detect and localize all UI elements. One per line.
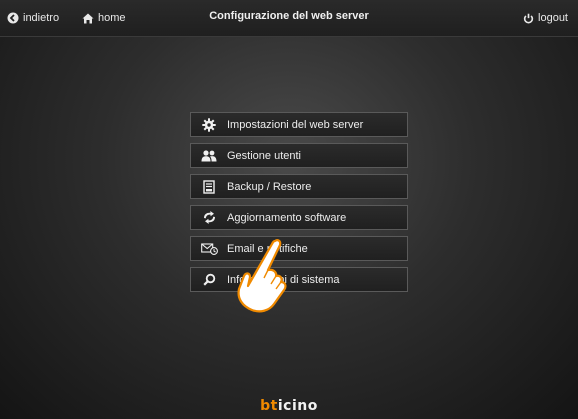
menu-item-label: Gestione utenti [227, 149, 301, 162]
gear-icon [191, 113, 227, 136]
menu-item-label: Aggiornamento software [227, 211, 347, 224]
step-number: 2 [257, 276, 265, 291]
back-button[interactable]: indietro [7, 10, 59, 26]
menu-item-web-server-settings[interactable]: Impostazioni del web server [190, 112, 408, 137]
back-arrow-icon [7, 12, 19, 24]
email-icon [191, 237, 227, 260]
search-icon [191, 268, 227, 291]
users-icon [191, 144, 227, 167]
logo-text-prefix: bt [260, 398, 278, 414]
update-icon [191, 206, 227, 229]
top-bar: indietro home Configurazione del web ser… [0, 0, 578, 37]
settings-menu: Impostazioni del web server Gestione ute… [190, 112, 408, 298]
menu-item-software-update[interactable]: Aggiornamento software [190, 205, 408, 230]
menu-item-backup-restore[interactable]: Backup / Restore [190, 174, 408, 199]
power-icon [523, 13, 534, 23]
home-icon [82, 13, 94, 23]
home-label: home [98, 12, 126, 24]
logout-label: logout [538, 12, 568, 24]
back-label: indietro [23, 12, 60, 24]
logo-text-rest: icino [277, 398, 318, 414]
backup-icon [191, 175, 227, 198]
logout-button[interactable]: logout [523, 10, 568, 26]
home-button[interactable]: home [82, 10, 126, 26]
app-window: indietro home Configurazione del web ser… [0, 0, 578, 419]
menu-item-label: Backup / Restore [227, 180, 312, 193]
menu-item-user-management[interactable]: Gestione utenti [190, 143, 408, 168]
menu-item-email-notifications[interactable]: Email e notifiche [190, 236, 408, 261]
menu-item-system-info[interactable]: Informazioni di sistema [190, 267, 408, 292]
bticino-logo: bticino [0, 398, 578, 414]
menu-item-label: Impostazioni del web server [227, 118, 364, 131]
